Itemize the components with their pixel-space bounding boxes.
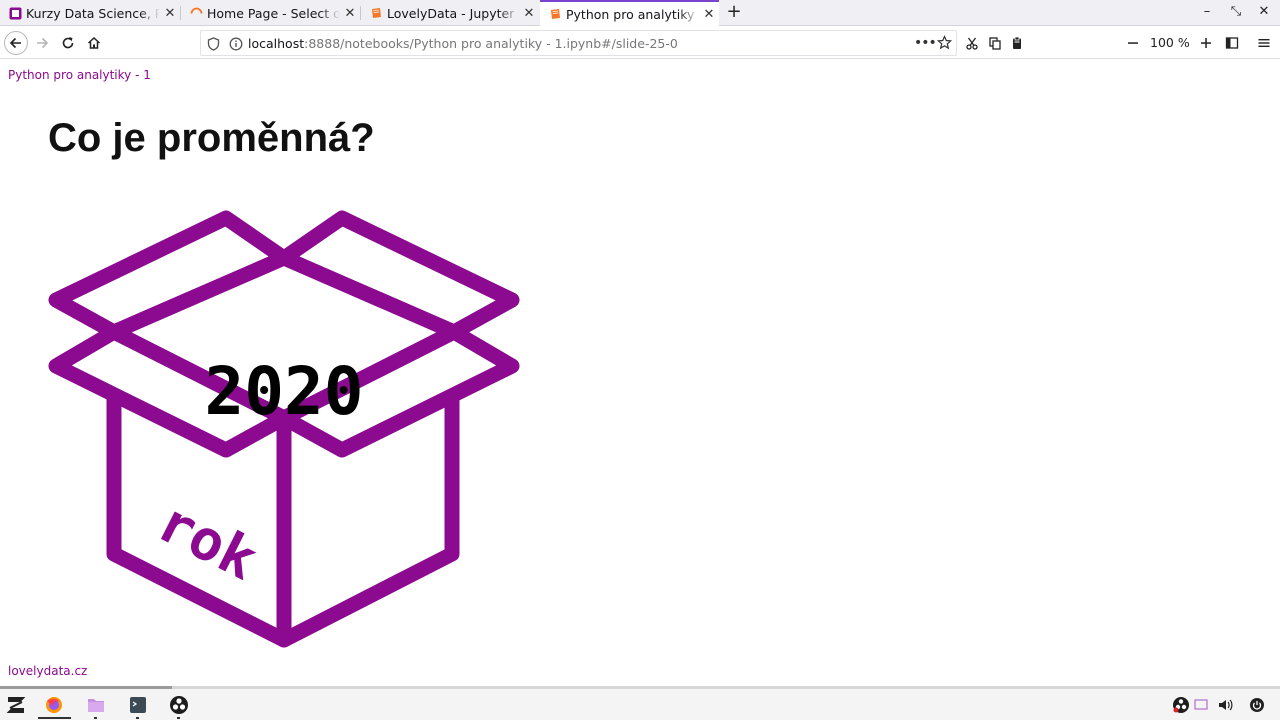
back-button[interactable] <box>4 31 28 55</box>
back-arrow-icon <box>9 37 21 49</box>
home-icon <box>87 36 101 49</box>
paste-button[interactable] <box>1005 31 1029 55</box>
firefox-icon[interactable] <box>43 694 65 716</box>
close-tab-icon[interactable]: ✕ <box>699 7 719 22</box>
tab-kurzy[interactable]: Kurzy Data Science, Python ✕ <box>0 0 180 26</box>
running-app-dot <box>136 717 139 719</box>
bookmark-star-icon[interactable] <box>936 35 953 54</box>
slide-heading: Co je proměnná? <box>48 116 375 160</box>
lovelydata-favicon-icon <box>8 6 22 20</box>
footer-site-link[interactable]: lovelydata.cz <box>8 664 87 678</box>
tab-lovelydata-notebook[interactable]: LovelyData - Jupyter Notebook ✕ <box>361 0 539 26</box>
slide-page: Python pro analytiky - 1 Co je proměnná?… <box>0 60 1280 686</box>
close-tab-icon[interactable]: ✕ <box>160 6 180 21</box>
reload-button[interactable] <box>56 31 80 55</box>
tab-strip: Kurzy Data Science, Python ✕ Home Page -… <box>0 0 1280 27</box>
active-app-indicator <box>38 717 71 719</box>
running-app-dot <box>177 717 180 719</box>
variable-box-illustration: 2020 rok <box>48 210 520 648</box>
os-taskbar <box>0 689 1280 720</box>
reload-icon <box>62 37 74 49</box>
home-button[interactable] <box>82 31 106 55</box>
notebook-title-link[interactable]: Python pro analytiky - 1 <box>8 68 151 82</box>
obs-studio-icon[interactable] <box>168 694 190 716</box>
screen-tray-icon[interactable] <box>1190 694 1212 716</box>
clipboard-icon <box>1013 36 1021 49</box>
url-text: localhost:8888/notebooks/Python pro anal… <box>248 36 678 51</box>
zorin-menu-icon[interactable] <box>5 694 27 716</box>
menu-button[interactable] <box>1252 31 1276 55</box>
sidebar-button[interactable] <box>1220 31 1244 55</box>
forward-arrow-icon <box>37 37 49 49</box>
zoom-in-button[interactable] <box>1194 31 1218 55</box>
new-tab-button[interactable]: + <box>724 2 744 24</box>
minus-icon <box>1128 42 1138 44</box>
close-tab-icon[interactable]: ✕ <box>340 6 360 21</box>
running-app-dot <box>94 717 97 719</box>
jupyter-spinner-icon <box>189 6 203 20</box>
tab-title: Kurzy Data Science, Python <box>26 5 160 21</box>
zoom-level[interactable]: 100 % <box>1150 35 1190 50</box>
scissors-icon <box>966 37 978 50</box>
tab-title: Python pro analytiky - 1 <box>566 7 699 22</box>
box-value-text: 2020 <box>205 353 364 430</box>
plus-icon <box>1201 38 1211 48</box>
jupyter-book-icon <box>548 8 562 22</box>
copy-button[interactable] <box>983 31 1007 55</box>
url-bar[interactable]: localhost:8888/notebooks/Python pro anal… <box>200 30 957 56</box>
close-tab-icon[interactable]: ✕ <box>519 6 539 21</box>
url-path: :8888/notebooks/Python pro analytiky - 1… <box>304 36 678 51</box>
jupyter-book-icon <box>369 6 383 20</box>
files-folder-icon[interactable] <box>85 694 107 716</box>
cut-button[interactable] <box>960 31 984 55</box>
url-host: localhost <box>248 36 305 51</box>
forward-button[interactable] <box>30 31 54 55</box>
shield-icon[interactable] <box>207 36 220 55</box>
terminal-icon[interactable] <box>127 694 149 716</box>
volume-icon[interactable] <box>1214 694 1236 716</box>
power-status-icon[interactable] <box>1246 694 1268 716</box>
tab-title: Home Page - Select or create <box>207 5 340 21</box>
tab-home-page[interactable]: Home Page - Select or create ✕ <box>181 0 360 26</box>
navigation-toolbar: localhost:8888/notebooks/Python pro anal… <box>0 27 1280 59</box>
page-actions-icon[interactable]: ••• <box>914 35 937 51</box>
tab-title: LovelyData - Jupyter Notebook <box>387 5 519 21</box>
restore-window-icon[interactable]: ⤡ <box>1226 4 1246 19</box>
close-window-icon[interactable]: ✕ <box>1254 4 1274 19</box>
sidebar-icon <box>1225 37 1239 49</box>
info-icon[interactable] <box>229 36 243 55</box>
copy-icon <box>989 37 1001 50</box>
minimize-window-icon[interactable]: – <box>1197 4 1217 19</box>
zoom-out-button[interactable] <box>1121 31 1145 55</box>
hamburger-menu-icon <box>1258 39 1270 47</box>
tab-python-pro-analytiky[interactable]: Python pro analytiky - 1 ✕ <box>540 0 719 27</box>
obs-tray-icon[interactable] <box>1170 694 1192 716</box>
